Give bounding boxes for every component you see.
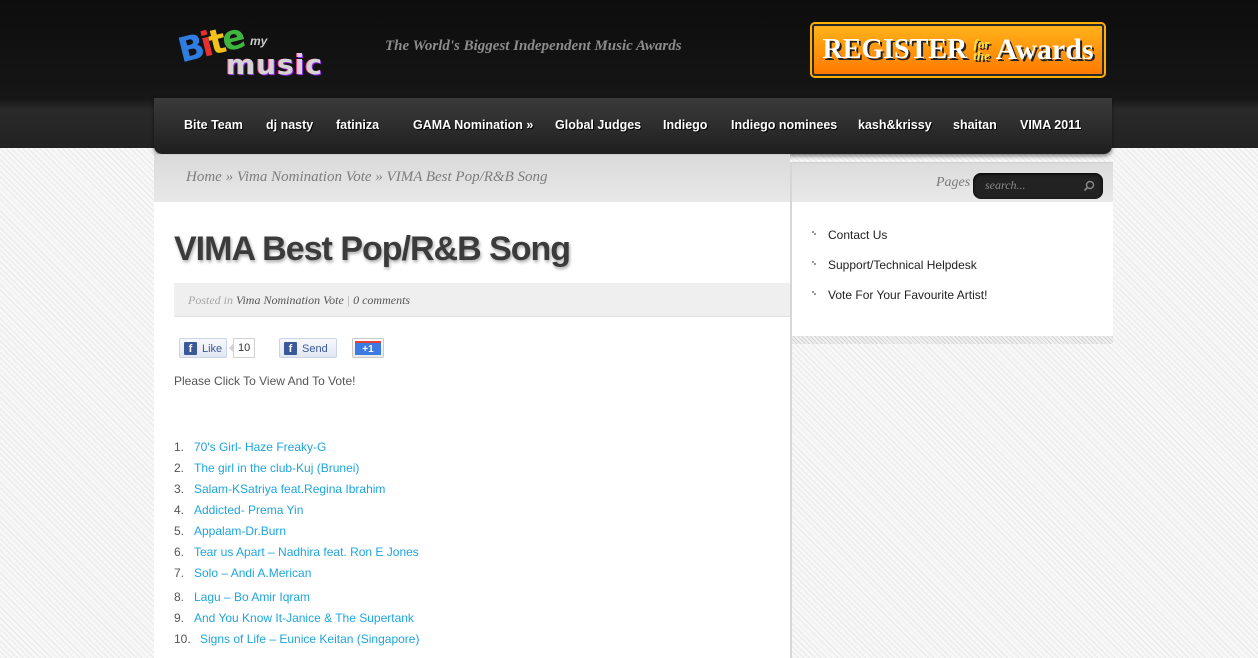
list-item: 4. Addicted- Prema Yin [174,502,419,523]
post-category-link[interactable]: Vima Nomination Vote [236,293,344,307]
list-item: 5. Appalam-Dr.Burn [174,523,419,544]
nav-item-indiego[interactable]: Indiego [663,118,707,132]
song-list: 1. 70's Girl- Haze Freaky-G 2. The girl in… [174,439,419,652]
search-bar: Pages [792,162,1113,203]
nav-item-dj-nasty[interactable]: dj nasty [266,118,313,132]
song-number: 1. [174,440,185,454]
posted-in-label: Posted in [188,293,233,307]
facebook-send-button[interactable]: f Send [279,338,337,358]
register-for-awards-button[interactable]: REGISTER for the Awards [812,24,1104,76]
search-input[interactable] [985,173,1079,197]
breadcrumb-current: VIMA Best Pop/R&B Song [386,169,548,185]
search-box [973,173,1103,199]
nav-item-shaitan[interactable]: shaitan [953,118,997,132]
breadcrumb-bar: Home » Vima Nomination Vote » VIMA Best … [154,154,790,203]
song-link[interactable]: Solo – Andi A.Merican [194,566,311,580]
breadcrumb-home[interactable]: Home [186,169,222,185]
list-item: 10. Signs of Life – Eunice Keitan (Singap… [174,631,419,652]
awards-text: Awards [995,33,1094,66]
logo-my-text: my [250,34,268,48]
page-link-support-helpdesk[interactable]: Support/Technical Helpdesk [810,258,987,288]
song-link[interactable]: And You Know It-Janice & The Supertank [194,611,414,625]
list-item: 9. And You Know It-Janice & The Supertank [174,610,419,631]
google-plus-icon: +1 [355,341,381,355]
post-title: VIMA Best Pop/R&B Song [174,230,571,268]
register-text: REGISTER [822,34,968,65]
song-link[interactable]: Tear us Apart – Nadhira feat. Ron E Jone… [194,545,419,559]
song-number: 8. [174,590,185,604]
song-link[interactable]: Signs of Life – Eunice Keitan (Singapore… [200,632,419,646]
breadcrumb-vima-nomination-vote[interactable]: Vima Nomination Vote [237,169,372,185]
post-content: VIMA Best Pop/R&B Song Posted in Vima No… [154,202,790,658]
nav-item-bite-team[interactable]: Bite Team [184,118,243,132]
logo-music-text: music [226,48,323,81]
song-link[interactable]: The girl in the club-Kuj (Brunei) [194,461,359,475]
list-item: 7. Solo – Andi A.Merican [174,565,419,586]
song-link[interactable]: Appalam-Dr.Burn [194,524,286,538]
song-link[interactable]: Salam-KSatriya feat.Regina Ibrahim [194,482,385,496]
nav-item-gama-nomination[interactable]: GAMA Nomination » [413,118,533,132]
song-number: 3. [174,482,185,496]
breadcrumb-separator: » [221,169,237,185]
send-label: Send [302,343,328,355]
comments-link[interactable]: 0 comments [353,293,410,307]
pages-list: Contact Us Support/Technical Helpdesk Vo… [810,228,987,318]
vote-instruction: Please Click To View And To Vote! [174,374,356,388]
list-item: 2. The girl in the club-Kuj (Brunei) [174,460,419,481]
song-number: 9. [174,611,185,625]
list-item: 3. Salam-KSatriya feat.Regina Ibrahim [174,481,419,502]
sidebar-footer-stripe [792,336,1113,344]
facebook-icon: f [184,342,197,355]
like-count: 10 [228,338,256,358]
song-number: 2. [174,461,185,475]
song-link[interactable]: 70's Girl- Haze Freaky-G [194,440,326,454]
google-plus-one-button[interactable]: +1 [352,338,384,358]
for-the-text: for the [973,37,990,63]
song-number: 6. [174,545,185,559]
nav-item-fatiniza[interactable]: fatiniza [336,118,379,132]
like-label: Like [202,343,223,355]
site-tagline: The World's Biggest Independent Music Aw… [385,38,682,54]
search-icon[interactable] [1083,180,1095,192]
page-link-contact-us[interactable]: Contact Us [810,228,987,258]
meta-separator: | [346,293,351,307]
facebook-like-button[interactable]: f Like [179,338,227,358]
breadcrumb: Home » Vima Nomination Vote » VIMA Best … [186,169,548,186]
post-meta: Posted in Vima Nomination Vote | 0 comme… [174,283,790,317]
breadcrumb-separator: » [371,169,387,185]
song-link[interactable]: Addicted- Prema Yin [194,503,303,517]
nav-item-global-judges[interactable]: Global Judges [555,118,641,132]
song-number: 5. [174,524,185,538]
facebook-icon: f [284,342,297,355]
sidebar-pages-widget: Contact Us Support/Technical Helpdesk Vo… [792,202,1113,340]
bite-my-music-logo[interactable]: Bite my music [174,14,338,86]
nav-item-vima-2011[interactable]: VIMA 2011 [1020,118,1081,132]
song-number: 7. [174,566,185,580]
song-link[interactable]: Lagu – Bo Amir Iqram [194,590,310,604]
song-number: 10. [174,632,191,646]
list-item: 1. 70's Girl- Haze Freaky-G [174,439,419,460]
main-nav: Bite Team dj nasty fatiniza GAMA Nominat… [154,98,1112,154]
social-buttons: f Like 10 f Send +1 [179,338,439,360]
page-link-vote-favourite-artist[interactable]: Vote For Your Favourite Artist! [810,288,987,318]
song-number: 4. [174,503,185,517]
the-text: the [973,48,990,63]
list-item: 8. Lagu – Bo Amir Iqram [174,589,419,610]
nav-item-kash-krissy[interactable]: kash&krissy [858,118,932,132]
nav-item-indiego-nominees[interactable]: Indiego nominees [731,118,837,132]
pages-label: Pages [936,175,971,190]
list-item: 6. Tear us Apart – Nadhira feat. Ron E Jo… [174,544,419,565]
